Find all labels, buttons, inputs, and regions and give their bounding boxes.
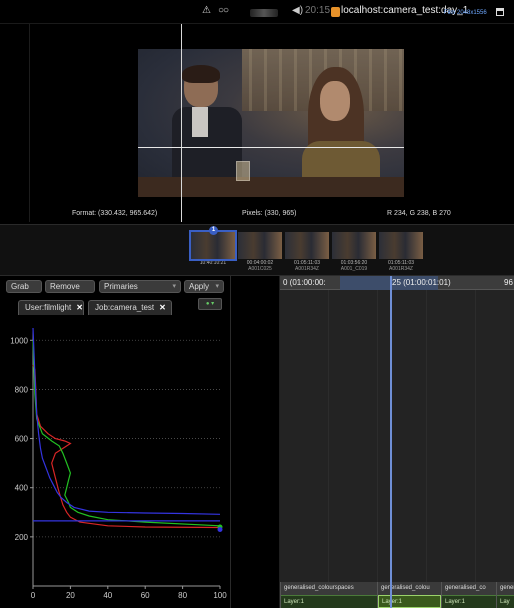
timeline-playhead[interactable] <box>390 276 392 608</box>
thumb-image <box>285 232 329 259</box>
thumb-badge: 1 <box>209 226 218 235</box>
warning-icon[interactable]: ⚠ <box>202 4 211 18</box>
cursor-guide-horizontal[interactable] <box>138 147 404 148</box>
grading-panel: Grab Remove Primaries ▾ Apply ▾ User:fil… <box>0 276 231 608</box>
close-icon[interactable]: ✕ <box>159 303 166 312</box>
remove-button[interactable]: Remove <box>45 280 95 293</box>
audio-level-meter <box>250 9 278 17</box>
x-tick-label: 80 <box>178 591 187 600</box>
apply-dropdown[interactable]: Apply ▾ <box>184 280 224 293</box>
grab-button[interactable]: Grab <box>6 280 42 293</box>
ruler-start-label: 0 (01:00:00: <box>283 278 326 287</box>
ruler-end-label: 96 <box>504 278 513 287</box>
image-viewer[interactable]: Format: (330.432, 965.642) Pixels: (330,… <box>0 24 514 224</box>
close-icon[interactable]: ✕ <box>76 303 83 312</box>
primaries-label: Primaries <box>104 282 138 291</box>
cursor-guide-vertical[interactable] <box>181 24 182 222</box>
filmstrip-thumb[interactable]: 00:04:00:02 A001C025 <box>238 232 282 272</box>
thumb-clip-name: A001R34Z <box>389 266 413 272</box>
filmstrip-thumb[interactable]: 1 10:40:10:21 <box>189 226 237 272</box>
filmstrip-thumb[interactable]: 01:05:11:03 A001R34Z <box>379 232 423 272</box>
x-tick-label: 100 <box>213 591 227 600</box>
filmstrip-thumb[interactable]: 01:05:11:03 A001R34Z <box>285 232 329 272</box>
clip-name: generalised_co <box>442 582 496 595</box>
timeline-clip[interactable]: generalised_co Layer:1 <box>441 582 496 608</box>
thumb-image <box>379 232 423 259</box>
filmstrip: 1 10:40:10:21 00:04:00:02 A001C025 01:05… <box>0 224 514 276</box>
y-tick-label: 400 <box>15 484 29 493</box>
y-tick-label: 1000 <box>10 336 28 345</box>
y-tick-label: 600 <box>15 435 29 444</box>
apply-label: Apply <box>189 282 210 291</box>
viewer-divider <box>29 24 30 222</box>
whisky-glass <box>236 161 250 181</box>
timeline-clip[interactable]: generalised_colourspaces Layer:1 <box>280 582 377 608</box>
clip-layer[interactable]: Lay <box>497 595 514 608</box>
curve-graph-panel[interactable]: 200 400 600 800 1000 0 20 40 60 80 100 <box>5 316 230 606</box>
thumb-clip-name: A001C025 <box>248 266 272 272</box>
man-shirt <box>192 107 208 137</box>
y-tick-label: 800 <box>15 385 29 394</box>
curve-chart[interactable]: 200 400 600 800 1000 0 20 40 60 80 100 <box>5 316 230 606</box>
primaries-dropdown[interactable]: Primaries ▾ <box>99 280 181 293</box>
chevron-down-icon: ▾ <box>215 283 219 290</box>
tab-job-camera-test[interactable]: Job:camera_test ✕ <box>88 300 172 315</box>
thumb-image <box>238 232 282 259</box>
tab-label: User:filmlight <box>25 303 72 312</box>
timeline-clip[interactable]: genera Lay <box>496 582 514 608</box>
bar-counter <box>138 177 404 197</box>
thumb-clip-name: A001_C019 <box>340 266 368 272</box>
timeline-panel: 0 (01:00:00: 25 (01:00:01:01) 96 general… <box>231 276 514 608</box>
thumb-clip-name: A001R34Z <box>295 266 319 272</box>
viewer-frame-image <box>138 49 404 197</box>
x-tick-label: 0 <box>31 591 36 600</box>
tab-bar: User:filmlight ✕ Job:camera_test ✕ <box>6 300 226 315</box>
clip-name: genera <box>497 582 514 595</box>
x-tick-label: 60 <box>141 591 150 600</box>
database-icon[interactable] <box>331 7 340 17</box>
clip-layer[interactable]: Layer:1 <box>378 595 441 608</box>
tab-user-filmlight[interactable]: User:filmlight ✕ <box>18 300 84 315</box>
tab-label: Job:camera_test <box>95 303 155 312</box>
clip-name: generalised_colourspaces <box>281 582 377 595</box>
timeline-ruler[interactable]: 0 (01:00:00: 25 (01:00:01:01) 96 <box>280 276 514 290</box>
window-icon[interactable] <box>496 8 504 16</box>
film-format-info: Film 2048x1556 <box>444 10 487 16</box>
clock-time: 20:15 <box>305 5 331 16</box>
ruler-current-label: 25 (01:00:01:01) <box>392 278 451 287</box>
timeline-track-grid <box>280 290 514 582</box>
filmstrip-thumb[interactable]: 01:03:56:20 A001_C019 <box>332 232 376 272</box>
woman-face <box>320 81 350 121</box>
stereo-glasses-icon[interactable]: ○○ <box>218 4 229 18</box>
chevron-down-icon: ▾ <box>172 283 176 290</box>
pixels-readout: Pixels: (330, 965) <box>242 210 297 217</box>
timeline-clip[interactable]: generalised_colou Layer:1 <box>377 582 441 608</box>
thumb-timecode: 10:40:10:21 <box>199 260 227 266</box>
clip-name: generalised_colou <box>378 582 441 595</box>
color-readout: R 234, G 238, B 270 <box>387 210 451 217</box>
timeline-area[interactable]: 0 (01:00:00: 25 (01:00:01:01) 96 general… <box>280 276 514 608</box>
man-hair <box>182 65 220 83</box>
clip-layer[interactable]: Layer:1 <box>281 595 377 608</box>
curve-point-1 <box>217 526 223 532</box>
x-tick-label: 40 <box>103 591 112 600</box>
format-readout: Format: (330.432, 965.642) <box>72 210 158 217</box>
add-tab-button[interactable]: ● ▾ <box>198 298 222 310</box>
thumb-image <box>332 232 376 259</box>
thumb-image <box>189 230 237 261</box>
y-tick-label: 200 <box>15 533 29 542</box>
timeline-track-header <box>231 276 280 608</box>
top-status-bar: ⚠ ○○ ◀) 20:15 localhost:camera_test:day_… <box>0 0 514 24</box>
speaker-icon[interactable]: ◀) <box>292 4 303 18</box>
x-tick-label: 20 <box>66 591 75 600</box>
curve-series-2 <box>32 327 221 515</box>
clip-layer[interactable]: Layer:1 <box>442 595 496 608</box>
